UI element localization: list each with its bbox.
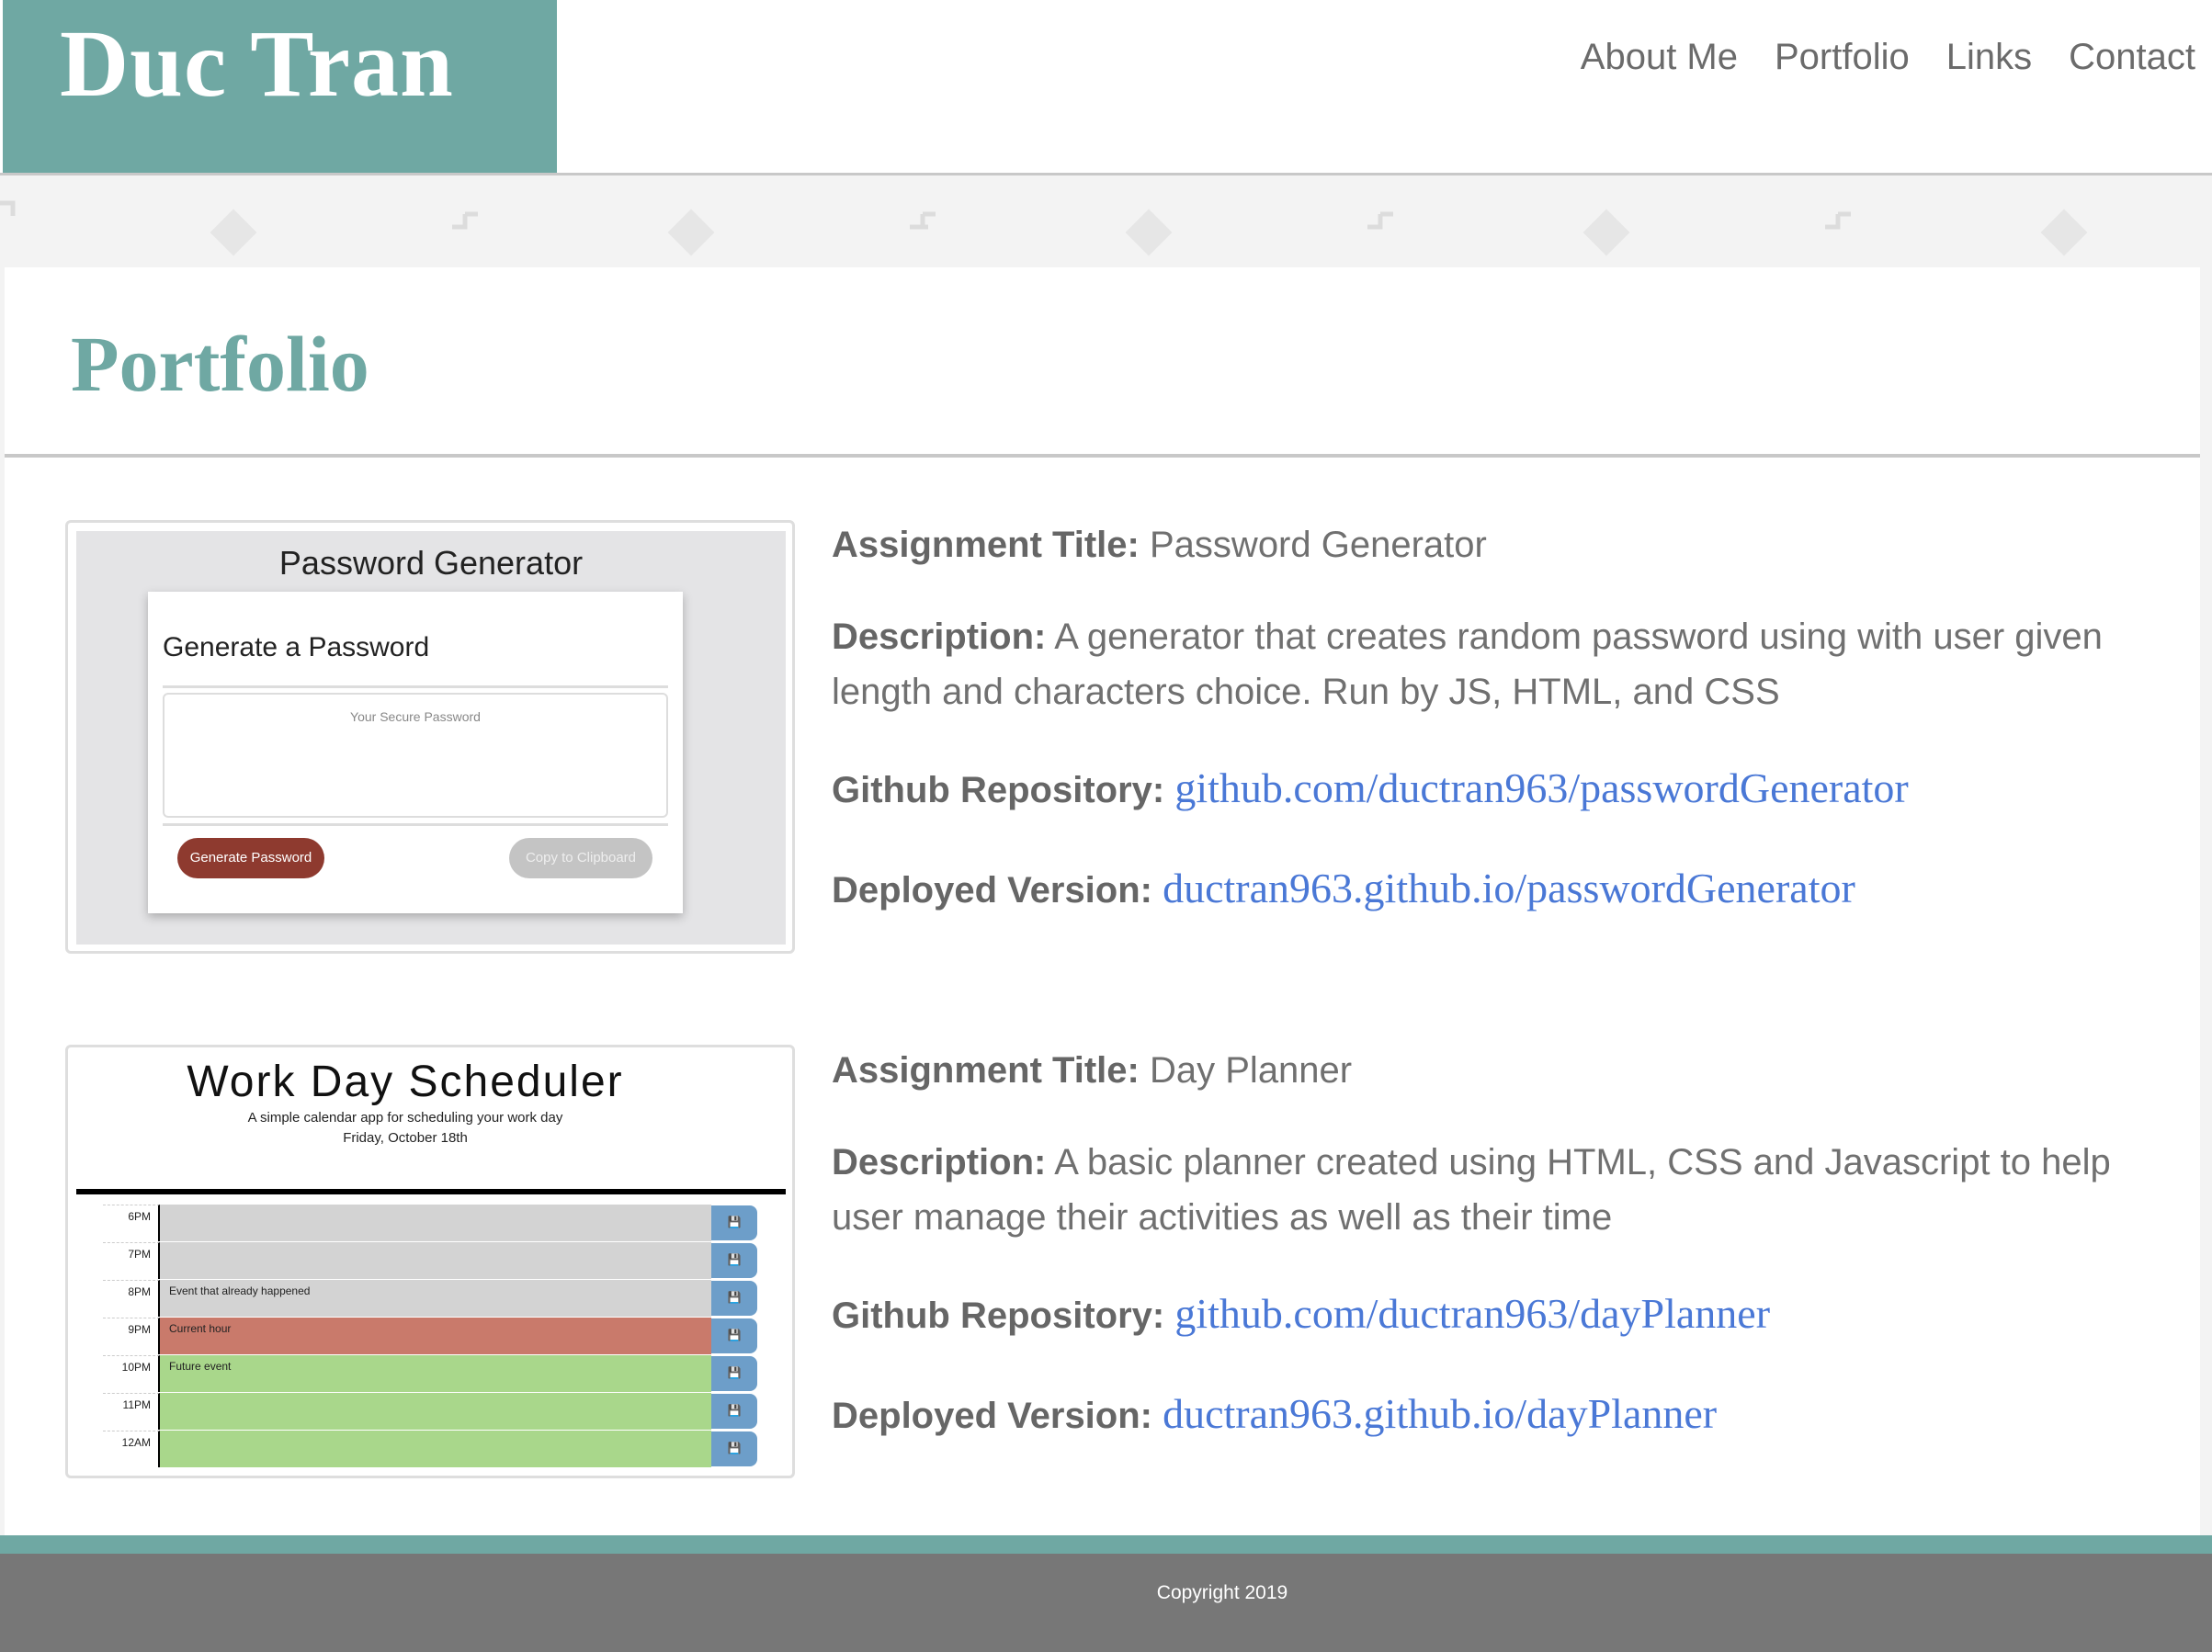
- time-block-text: Current hour: [160, 1318, 711, 1354]
- main-nav: About Me Portfolio Links Contact: [1581, 37, 2195, 78]
- divider: [163, 823, 668, 826]
- time-block-text: Event that already happened: [160, 1280, 711, 1317]
- time-block-text: [160, 1242, 711, 1279]
- generator-heading: Generate a Password: [163, 632, 430, 662]
- thumbnail-subtitle: A simple calendar app for scheduling you…: [247, 1110, 563, 1126]
- save-icon: 💾: [711, 1394, 757, 1429]
- page-title: Portfolio: [71, 320, 369, 408]
- save-icon: 💾: [711, 1205, 757, 1240]
- nav-contact[interactable]: Contact: [2069, 37, 2195, 78]
- time-block-text: [160, 1205, 711, 1241]
- project-info-day-planner: Assignment Title: Day Planner Descriptio…: [832, 1043, 2192, 1443]
- deployed-version-label: Deployed Version:: [832, 870, 1152, 911]
- save-icon: 💾: [711, 1281, 757, 1316]
- portfolio-card: Portfolio Password Generator Generate a …: [5, 267, 2200, 1535]
- divider: [5, 454, 2200, 458]
- assignment-title-value: Day Planner: [1150, 1050, 1353, 1091]
- assignment-title-value: Password Generator: [1150, 525, 1487, 565]
- thumbnail-background: Password Generator Generate a Password Y…: [76, 531, 786, 945]
- time-block-text: [160, 1431, 711, 1467]
- time-block: 8PM Event that already happened 💾: [103, 1280, 757, 1318]
- assignment-title: Assignment Title: Password Generator: [832, 517, 2192, 572]
- header-bar: [76, 1189, 786, 1194]
- nav-links[interactable]: Links: [1946, 37, 2032, 78]
- deployed-version: Deployed Version: ductran963.github.io/d…: [832, 1386, 2192, 1443]
- time-block: 10PM Future event 💾: [103, 1355, 757, 1393]
- time-block-hour: 10PM: [103, 1355, 160, 1392]
- assignment-title: Assignment Title: Day Planner: [832, 1043, 2192, 1098]
- description: Description: A basic planner created usi…: [832, 1135, 2192, 1245]
- save-icon: 💾: [711, 1431, 757, 1466]
- github-repository: Github Repository: github.com/ductran963…: [832, 761, 2192, 818]
- time-block-hour: 9PM: [103, 1318, 160, 1354]
- thumbnail-date: Friday, October 18th: [343, 1130, 468, 1146]
- deployed-version-link[interactable]: ductran963.github.io/passwordGenerator: [1163, 865, 1855, 911]
- time-block-list: 6PM 💾 7PM 💾 8PM Event that already happe…: [103, 1205, 757, 1468]
- footer-accent-bar: [0, 1535, 2212, 1554]
- github-repository-link[interactable]: github.com/ductran963/passwordGenerator: [1174, 764, 1908, 811]
- assignment-title-label: Assignment Title:: [832, 525, 1140, 565]
- time-block: 6PM 💾: [103, 1205, 757, 1242]
- time-block-hour: 7PM: [103, 1242, 160, 1279]
- save-icon: 💾: [711, 1243, 757, 1278]
- site-footer: Copyright 2019: [0, 1554, 2212, 1652]
- deployed-version-link[interactable]: ductran963.github.io/dayPlanner: [1163, 1390, 1717, 1437]
- site-header: Duc Tran About Me Portfolio Links Contac…: [0, 0, 2212, 175]
- time-block-hour: 8PM: [103, 1280, 160, 1317]
- time-block: 9PM Current hour 💾: [103, 1318, 757, 1355]
- project-thumbnail-day-planner[interactable]: Work Day Scheduler A simple calendar app…: [65, 1045, 795, 1478]
- copyright-text: Copyright 2019: [1156, 1582, 1288, 1603]
- generator-card: Generate a Password Your Secure Password…: [148, 592, 683, 913]
- github-repository-link[interactable]: github.com/ductran963/dayPlanner: [1174, 1290, 1770, 1337]
- github-repository-label: Github Repository:: [832, 1296, 1165, 1336]
- description: Description: A generator that creates ra…: [832, 609, 2192, 719]
- nav-about-me[interactable]: About Me: [1581, 37, 1738, 78]
- time-block: 12AM 💾: [103, 1431, 757, 1468]
- github-repository: Github Repository: github.com/ductran963…: [832, 1286, 2192, 1343]
- divider: [163, 685, 668, 688]
- password-textarea: Your Secure Password: [163, 693, 668, 818]
- nav-portfolio[interactable]: Portfolio: [1775, 37, 1910, 78]
- project-info-password-generator: Assignment Title: Password Generator Des…: [832, 517, 2192, 918]
- project-thumbnail-password-generator[interactable]: Password Generator Generate a Password Y…: [65, 520, 795, 954]
- assignment-title-label: Assignment Title:: [832, 1050, 1140, 1091]
- background-pattern: [0, 200, 2088, 256]
- thumbnail-title: Work Day Scheduler: [187, 1058, 624, 1106]
- description-label: Description:: [832, 1142, 1047, 1182]
- password-placeholder: Your Secure Password: [350, 709, 481, 724]
- time-block-hour: 12AM: [103, 1431, 160, 1467]
- time-block-text: [160, 1393, 711, 1430]
- thumbnail-title: Password Generator: [278, 544, 584, 582]
- time-block: 7PM 💾: [103, 1242, 757, 1280]
- deployed-version-label: Deployed Version:: [832, 1396, 1152, 1436]
- save-icon: 💾: [711, 1356, 757, 1391]
- time-block: 11PM 💾: [103, 1393, 757, 1431]
- site-name[interactable]: Duc Tran: [60, 9, 454, 119]
- save-icon: 💾: [711, 1318, 757, 1353]
- deployed-version: Deployed Version: ductran963.github.io/p…: [832, 861, 2192, 918]
- description-label: Description:: [832, 617, 1047, 657]
- time-block-hour: 11PM: [103, 1393, 160, 1430]
- github-repository-label: Github Repository:: [832, 770, 1165, 810]
- logo[interactable]: Duc Tran: [3, 0, 557, 173]
- time-block-hour: 6PM: [103, 1205, 160, 1241]
- time-block-text: Future event: [160, 1355, 711, 1392]
- generate-password-button: Generate Password: [177, 838, 324, 878]
- copy-to-clipboard-button: Copy to Clipboard: [509, 838, 652, 878]
